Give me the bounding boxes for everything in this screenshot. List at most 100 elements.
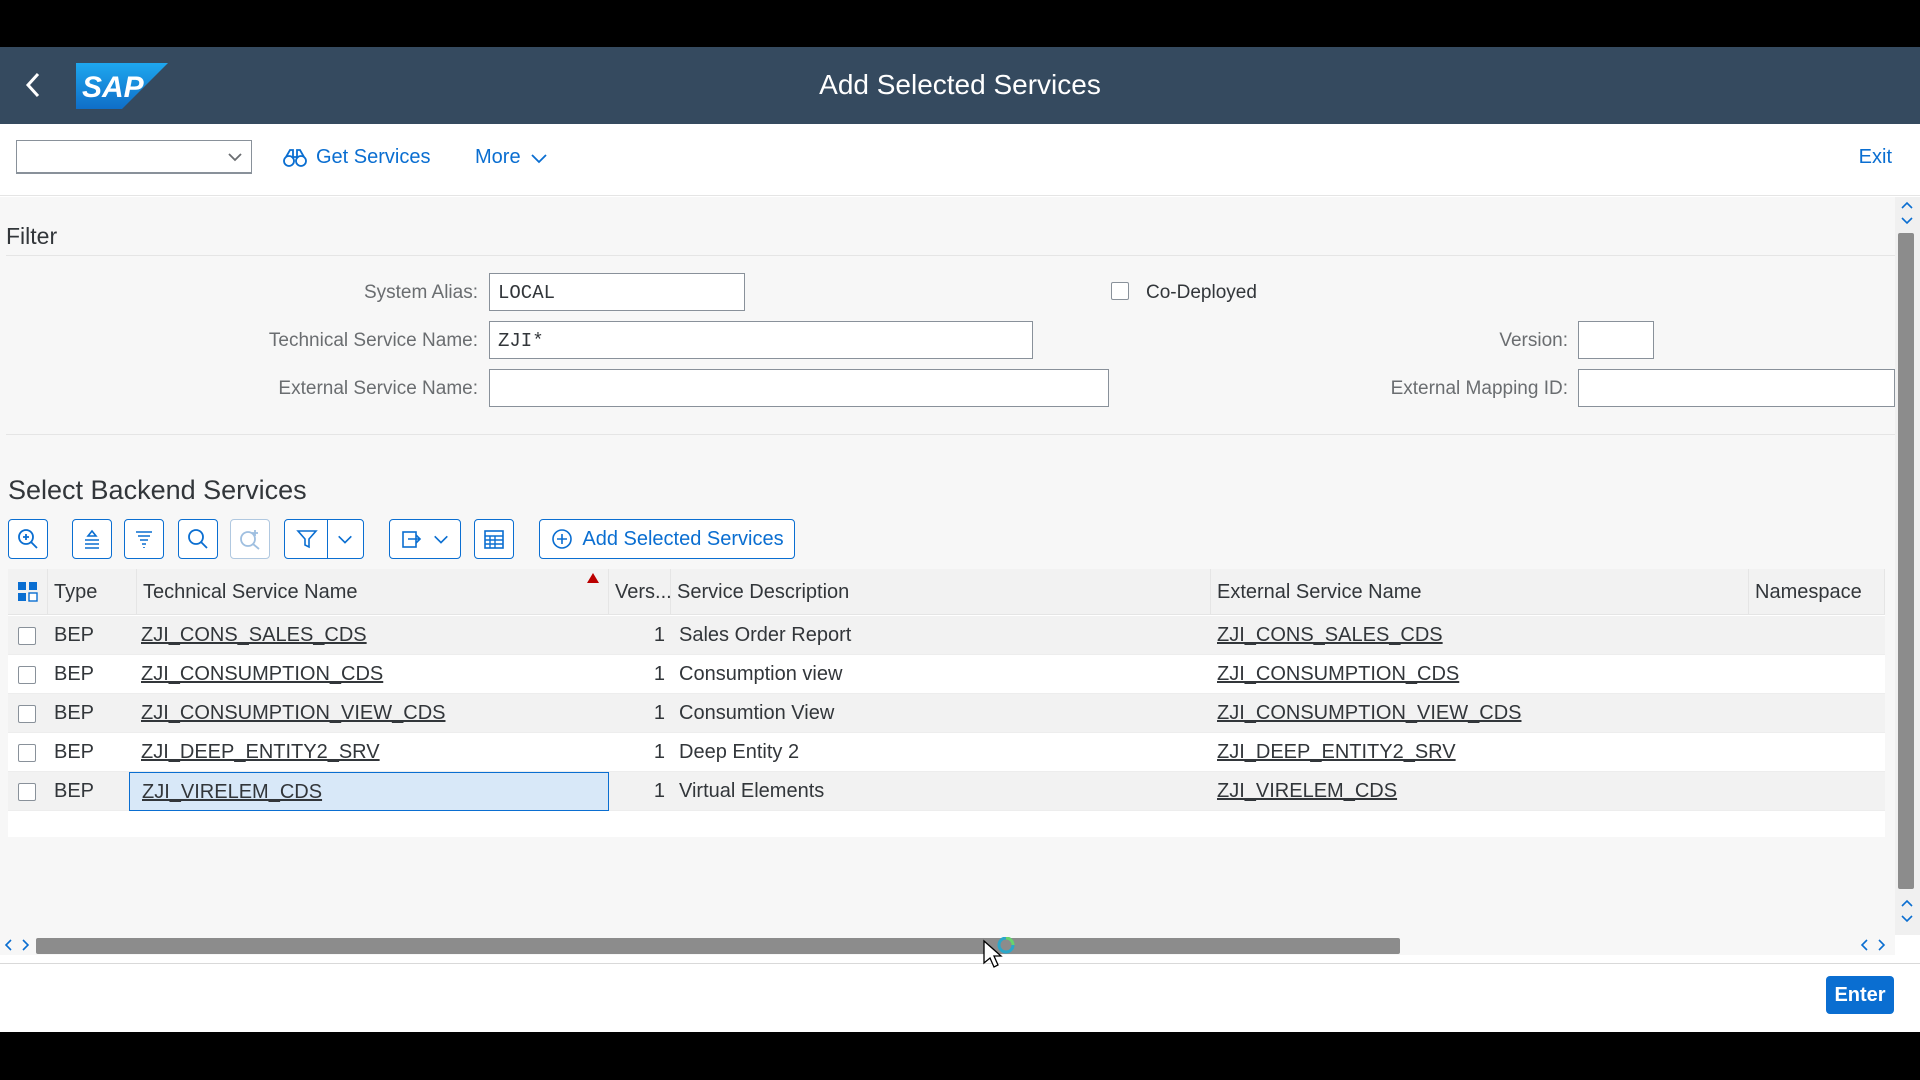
cell-external-service-name[interactable]: ZJI_CONSUMPTION_VIEW_CDS (1211, 694, 1741, 733)
technical-service-name-link[interactable]: ZJI_CONSUMPTION_CDS (141, 663, 383, 685)
cell-version: 1 (653, 780, 665, 802)
vertical-scroll-thumb[interactable] (1898, 233, 1914, 889)
column-header-namespace[interactable]: Namespace (1749, 569, 1885, 615)
cell-service-description: Deep Entity 2 (679, 741, 800, 763)
row-checkbox[interactable] (18, 666, 36, 684)
scroll-left-right-icon (4, 939, 30, 951)
cell-namespace (1749, 772, 1885, 811)
column-header-version[interactable]: Vers... (609, 569, 671, 615)
horizontal-scrollbar[interactable] (0, 935, 1895, 955)
cell-external-service-name[interactable]: ZJI_CONSUMPTION_CDS (1211, 655, 1741, 694)
sort-ascending-button[interactable] (72, 519, 112, 559)
busy-cursor-icon (983, 937, 1015, 968)
vertical-scrollbar[interactable] (1895, 197, 1920, 935)
chevron-down-icon (228, 153, 242, 162)
cell-service-description: Consumption view (679, 663, 843, 685)
command-field[interactable] (16, 140, 252, 174)
get-services-button[interactable]: Get Services (282, 146, 430, 169)
cell-external-service-name[interactable]: ZJI_CONS_SALES_CDS (1211, 616, 1741, 655)
table-row[interactable]: BEP ZJI_CONSUMPTION_CDS 1 Consumption view Z… (8, 655, 1885, 694)
sort-descending-icon (136, 531, 152, 548)
sort-descending-button[interactable] (124, 519, 164, 559)
external-service-name-input[interactable] (489, 369, 1109, 407)
find-button[interactable] (178, 519, 218, 559)
details-button[interactable] (8, 519, 48, 559)
system-alias-input[interactable]: LOCAL (489, 273, 745, 311)
external-service-name-link[interactable]: ZJI_CONSUMPTION_VIEW_CDS (1217, 702, 1521, 724)
cell-version: 1 (653, 624, 665, 646)
column-header-service-description[interactable]: Service Description (671, 569, 1211, 615)
search-next-icon (240, 530, 260, 550)
cell-type: BEP (54, 624, 95, 646)
zoom-details-icon (18, 529, 38, 549)
row-checkbox[interactable] (18, 744, 36, 762)
binoculars-icon (283, 148, 307, 167)
external-service-name-link[interactable]: ZJI_VIRELEM_CDS (1217, 780, 1397, 802)
enter-button[interactable]: Enter (1826, 976, 1894, 1014)
technical-service-name-link[interactable]: ZJI_VIRELEM_CDS (142, 781, 322, 803)
chevron-down-icon (530, 153, 547, 163)
cell-service-description: Consumtion View (679, 702, 835, 724)
cell-version: 1 (653, 741, 665, 763)
cell-version: 1 (653, 702, 665, 724)
column-header-type[interactable]: Type (48, 569, 137, 615)
cell-technical-service-name[interactable]: ZJI_DEEP_ENTITY2_SRV (133, 733, 603, 772)
more-button[interactable]: More (475, 146, 549, 169)
add-selected-services-button[interactable]: Add Selected Services (539, 519, 795, 559)
horizontal-scroll-thumb[interactable] (36, 938, 1400, 954)
filter-icon (295, 530, 318, 549)
table-row[interactable]: BEP ZJI_DEEP_ENTITY2_SRV 1 Deep Entity 2 ZJI… (8, 733, 1885, 772)
select-all-button[interactable] (8, 569, 48, 615)
column-header-label: Technical Service Name (143, 581, 358, 603)
cell-type: BEP (54, 663, 95, 685)
table-row[interactable]: BEP ZJI_VIRELEM_CDS 1 Virtual Elements ZJI_V… (8, 772, 1885, 811)
table-header: Type Technical Service Name Vers... Serv… (8, 569, 1885, 615)
services-table: Type Technical Service Name Vers... Serv… (8, 569, 1885, 837)
column-header-external-service-name[interactable]: External Service Name (1211, 569, 1749, 615)
external-service-name-link[interactable]: ZJI_DEEP_ENTITY2_SRV (1217, 741, 1456, 763)
filter-button[interactable] (284, 519, 364, 559)
version-input[interactable] (1578, 321, 1654, 359)
row-checkbox[interactable] (18, 705, 36, 723)
cell-service-description: Virtual Elements (679, 780, 825, 802)
cell-external-service-name[interactable]: ZJI_DEEP_ENTITY2_SRV (1211, 733, 1741, 772)
version-label: Version: (1499, 330, 1568, 351)
table-row[interactable]: BEP ZJI_CONSUMPTION_VIEW_CDS 1 Consumtion V… (8, 694, 1885, 733)
external-service-name-link[interactable]: ZJI_CONS_SALES_CDS (1217, 624, 1443, 646)
table-row[interactable]: BEP ZJI_CONS_SALES_CDS 1 Sales Order Report… (8, 616, 1885, 655)
external-mapping-id-input[interactable] (1578, 369, 1895, 407)
backend-services-title: Select Backend Services (8, 475, 307, 505)
cell-version: 1 (653, 663, 665, 685)
cell-external-service-name[interactable]: ZJI_VIRELEM_CDS (1211, 772, 1741, 811)
cell-technical-service-name[interactable]: ZJI_CONS_SALES_CDS (133, 616, 603, 655)
find-next-button[interactable] (230, 519, 270, 559)
chevron-down-icon (434, 535, 448, 544)
screen: SAP Add Selected Services Get Services M… (0, 0, 1920, 1080)
external-service-name-label: External Service Name: (278, 378, 478, 399)
column-header-technical-service-name[interactable]: Technical Service Name (137, 569, 609, 615)
layout-button[interactable] (474, 519, 514, 559)
external-service-name-link[interactable]: ZJI_CONSUMPTION_CDS (1217, 663, 1459, 685)
cell-technical-service-name[interactable]: ZJI_CONSUMPTION_VIEW_CDS (133, 694, 603, 733)
select-all-icon (18, 582, 38, 602)
technical-service-name-link[interactable]: ZJI_CONS_SALES_CDS (141, 624, 367, 646)
technical-service-name-input[interactable]: ZJI* (489, 321, 1033, 359)
scroll-down-icon (1901, 899, 1913, 923)
row-checkbox[interactable] (18, 783, 36, 801)
co-deployed-checkbox[interactable] (1111, 282, 1129, 300)
scroll-left-right-icon (1860, 939, 1886, 951)
technical-service-name-link[interactable]: ZJI_DEEP_ENTITY2_SRV (141, 741, 380, 763)
cell-technical-service-name[interactable]: ZJI_VIRELEM_CDS (129, 772, 609, 811)
cell-namespace (1749, 616, 1885, 655)
table-grid-icon (484, 530, 504, 549)
cell-namespace (1749, 655, 1885, 694)
shell-header: SAP Add Selected Services (0, 47, 1920, 124)
cell-technical-service-name[interactable]: ZJI_CONSUMPTION_CDS (133, 655, 603, 694)
row-checkbox[interactable] (18, 627, 36, 645)
exit-button[interactable]: Exit (1859, 146, 1892, 169)
cell-namespace (1749, 733, 1885, 772)
technical-service-name-link[interactable]: ZJI_CONSUMPTION_VIEW_CDS (141, 702, 445, 724)
export-button[interactable] (389, 519, 461, 559)
cell-service-description: Sales Order Report (679, 624, 852, 646)
cell-type: BEP (54, 741, 95, 763)
